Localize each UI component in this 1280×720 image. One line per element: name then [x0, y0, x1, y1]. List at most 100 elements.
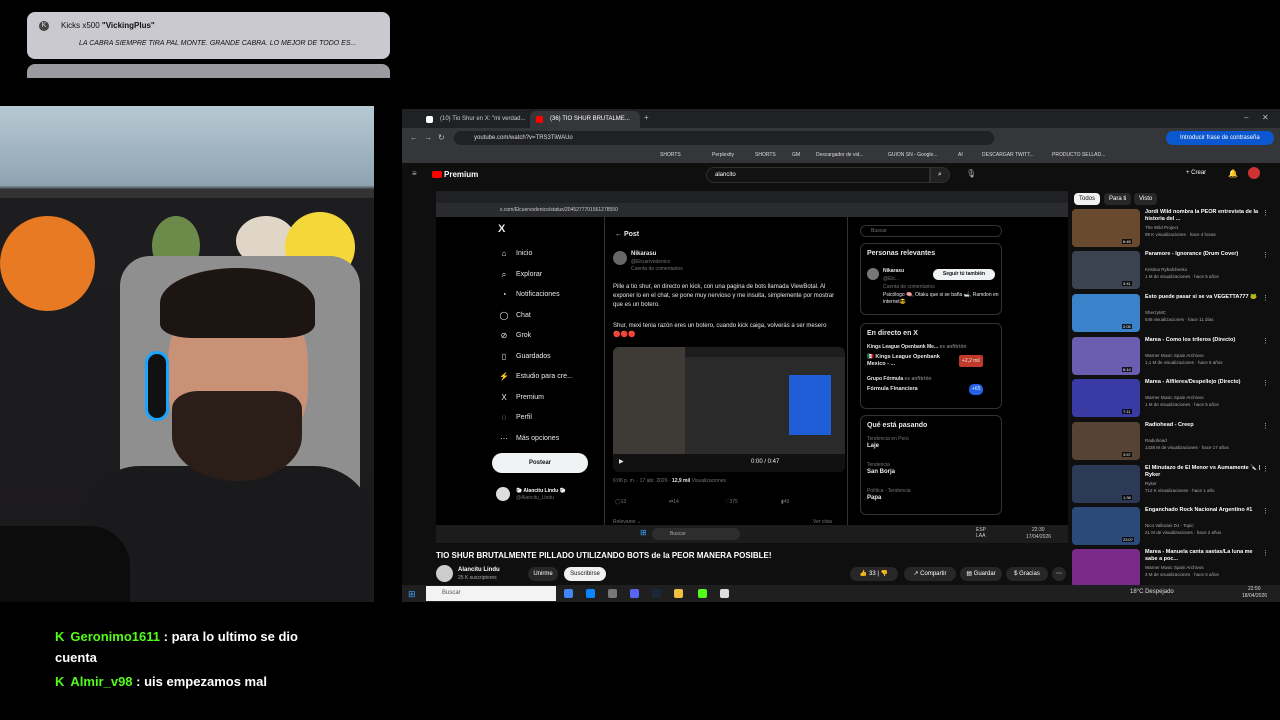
chrome-icon[interactable]	[564, 589, 573, 598]
minimize-icon[interactable]: –	[1244, 113, 1248, 122]
follow-back-button[interactable]: Seguir tú también	[933, 269, 995, 280]
live-item[interactable]: 🇲🇽 Kings League Openbank Mexico - ...	[867, 354, 955, 368]
recommended-video[interactable]: 6:14 Marea - Como los trileros (Directo) W…	[1072, 337, 1272, 377]
x-nav-notificaciones[interactable]: ◔ Notificaciones	[492, 285, 602, 306]
mic-icon[interactable]: 🎙	[966, 169, 976, 178]
video-title[interactable]: Marea - Como los trileros (Directo)	[1145, 337, 1265, 344]
x-nav-explorar[interactable]: ⌕ Explorar	[492, 265, 602, 286]
more-icon[interactable]: ⋮	[1262, 337, 1269, 345]
x-nav-perfil[interactable]: ◌ Perfil	[492, 408, 602, 429]
menu-icon[interactable]: ≡	[412, 169, 417, 178]
steam-icon[interactable]	[652, 589, 661, 598]
channel-name[interactable]: Radiohead	[1145, 438, 1167, 443]
video-title[interactable]: Jordi Wild nombra la PEOR entrevista de …	[1145, 209, 1265, 223]
recommended-video[interactable]: 3:57 Radiohead - Creep Radiohead 1438 M de …	[1072, 422, 1272, 462]
url-input[interactable]: youtube.com/watch?v=TRS3TiWAUo	[454, 131, 994, 145]
post-author[interactable]: Nikarasu	[631, 251, 656, 257]
folder-icon[interactable]	[674, 589, 683, 598]
channel-name[interactable]: Warner Music Spain Archivos	[1145, 353, 1204, 358]
x-nav-estudio[interactable]: ⚡ Estudio para cre...	[492, 367, 602, 388]
video-title[interactable]: Marea - Manuela canta saetas/La luna me …	[1145, 549, 1265, 563]
more-icon[interactable]: ⋮	[1262, 251, 1269, 259]
recommended-video[interactable]: 23:07 Enganchado Rock Nacional Argentino …	[1072, 507, 1272, 547]
x-post-button[interactable]: Postear	[492, 453, 588, 473]
more-icon[interactable]: ⋮	[1262, 209, 1269, 217]
avatar[interactable]	[613, 251, 627, 265]
play-icon[interactable]: ▶	[619, 458, 624, 465]
bookmark[interactable]: Perplexity	[712, 152, 734, 158]
back-icon[interactable]: ←	[410, 133, 418, 142]
more-icon[interactable]: ⋮	[1262, 379, 1269, 387]
avatar[interactable]	[867, 268, 879, 280]
recommended-video[interactable]: 6:45 Jordi Wild nombra la PEOR entrevista…	[1072, 209, 1272, 249]
channel-name[interactable]: Nico Vallorani DJ - Topic	[1145, 523, 1194, 528]
channel-name[interactable]: Warner Music Spain Archivos	[1145, 395, 1204, 400]
avatar[interactable]	[436, 565, 453, 582]
video-title[interactable]: Marea - Alfileres/Despellejo (Directo)	[1145, 379, 1265, 386]
trend-name[interactable]: Laje	[867, 443, 879, 449]
chip-visto[interactable]: Visto	[1134, 193, 1158, 205]
repost-button[interactable]: ⇄ 14	[669, 499, 679, 505]
notion-icon[interactable]	[720, 589, 729, 598]
password-button[interactable]: Introducir frase de contraseña	[1166, 131, 1274, 145]
save-button[interactable]: ▤ Guardar	[960, 567, 1002, 581]
video-player[interactable]: x.com/Elcuervodenico/status/204527770156…	[436, 191, 1068, 543]
x-nav-chat[interactable]: ◯ Chat	[492, 306, 602, 327]
bookmark-button[interactable]: ▮ 49	[781, 499, 789, 505]
recommended-video[interactable]: Marea - Manuela canta saetas/La luna me …	[1072, 549, 1272, 589]
share-button[interactable]: ↗ Compartir	[904, 567, 956, 581]
bookmark[interactable]: SHORTS	[660, 152, 681, 158]
clock-time[interactable]: 22:50	[1248, 586, 1261, 592]
live-item[interactable]: Kings League Openbank Me... es anfitrión	[867, 344, 966, 350]
clock-date[interactable]: 18/04/2026	[1242, 593, 1267, 599]
more-icon[interactable]: ⋮	[1262, 507, 1269, 515]
new-tab-icon[interactable]: +	[644, 113, 649, 122]
bookmark[interactable]: PRODUCTO SELLAD...	[1052, 152, 1105, 158]
video-title[interactable]: El Minutazo de El Menor vs Aumamente 🔪 |…	[1145, 465, 1265, 479]
video-title[interactable]: Esto puede pasar si se va VEGETTA777 🐸	[1145, 294, 1265, 301]
recommended-video[interactable]: 1:38 El Minutazo de El Menor vs Aumamente…	[1072, 465, 1272, 505]
reply-button[interactable]: ◯ 13	[615, 499, 626, 505]
video-title[interactable]: Radiohead - Creep	[1145, 422, 1265, 429]
bookmark[interactable]: GUION SN - Google...	[888, 152, 937, 158]
thanks-button[interactable]: $ Gracias	[1006, 567, 1048, 581]
bookmark[interactable]: AI	[958, 152, 963, 158]
chip-todos[interactable]: Todos	[1074, 193, 1101, 205]
bookmark[interactable]: SHORTS	[755, 152, 776, 158]
taskbar-search[interactable]: Buscar	[426, 586, 556, 601]
channel-name[interactable]: Ryker	[1145, 481, 1157, 486]
more-icon[interactable]: ⋮	[1262, 422, 1269, 430]
recommended-video[interactable]: 2:05 Esto puede pasar si se va VEGETTA777…	[1072, 294, 1272, 334]
kick-icon[interactable]	[698, 589, 707, 598]
trend-name[interactable]: San Borja	[867, 469, 895, 475]
x-nav-grok[interactable]: ⊘ Grok	[492, 326, 602, 347]
video-title[interactable]: Paramore - Ignorance (Drum Cover)	[1145, 251, 1265, 258]
video-title[interactable]: Enganchado Rock Nacional Argentino #1	[1145, 507, 1265, 514]
bookmark[interactable]: DESCARGAR TWITT...	[982, 152, 1034, 158]
channel-name[interactable]: The Wild Project	[1145, 225, 1178, 230]
channel-name[interactable]: SherzyMC	[1145, 310, 1166, 315]
chip-para-ti[interactable]: Para ti	[1104, 193, 1132, 205]
youtube-search-input[interactable]: alancito	[706, 167, 930, 183]
search-icon[interactable]: ⌕	[930, 167, 950, 183]
bookmark[interactable]: GM	[792, 152, 800, 158]
join-button[interactable]: Unirme	[528, 567, 558, 581]
live-item-title[interactable]: Fórmula Financiera	[867, 386, 918, 392]
forward-icon[interactable]: →	[424, 133, 432, 142]
trend-name[interactable]: Papa	[867, 495, 881, 501]
channel-name[interactable]: Alancitu Lindu	[458, 567, 500, 573]
x-nav-mas[interactable]: ⋯ Más opciones	[492, 429, 602, 450]
video-thumbnail[interactable]	[1072, 549, 1140, 587]
recommended-video[interactable]: 3:41 Paramore - Ignorance (Drum Cover) Kri…	[1072, 251, 1272, 291]
windows-start-icon[interactable]: ⊞	[408, 589, 416, 600]
reload-icon[interactable]: ↻	[438, 133, 445, 142]
live-item[interactable]: Grupo Fórmula es anfitrión	[867, 376, 931, 382]
post-handle[interactable]: @Elcuervodenico	[631, 259, 670, 265]
channel-name[interactable]: Warner Music Spain Archivos	[1145, 565, 1204, 570]
edge-icon[interactable]	[586, 589, 595, 598]
x-nav-premium[interactable]: X Premium	[492, 388, 602, 409]
discord-icon[interactable]	[630, 589, 639, 598]
like-button[interactable]: 👍 33 | 👎	[850, 567, 898, 581]
close-icon[interactable]: ✕	[1262, 113, 1269, 122]
x-nav-guardados[interactable]: ▯ Guardados	[492, 347, 602, 368]
